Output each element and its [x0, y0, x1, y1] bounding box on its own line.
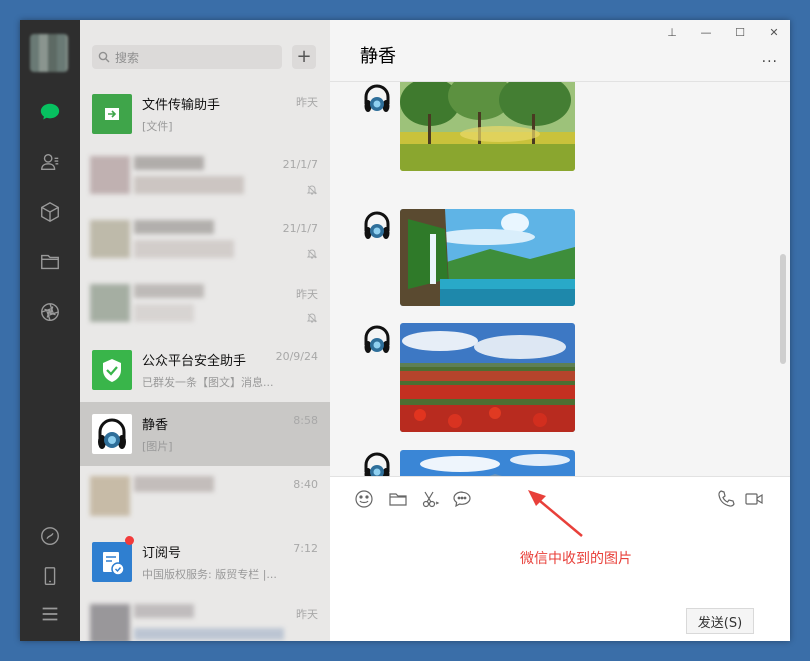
nav-rail: [20, 20, 80, 641]
list-item[interactable]: 公众平台安全助手 已群发一条【图文】消息... 20/9/24: [80, 338, 330, 402]
subscription-avatar: [92, 542, 132, 582]
chat-time: 21/1/7: [282, 158, 318, 171]
contacts-icon[interactable]: [38, 150, 62, 174]
close-icon[interactable]: ✕: [766, 26, 782, 39]
chat-name: 订阅号: [142, 546, 182, 561]
search-placeholder: 搜索: [115, 50, 140, 65]
list-item[interactable]: 昨天: [80, 274, 330, 338]
chat-time: 8:58: [293, 414, 318, 427]
pin-icon[interactable]: ⊥: [664, 26, 680, 39]
chat-time: 20/9/24: [275, 350, 318, 363]
folder-icon[interactable]: [388, 489, 408, 509]
search-input[interactable]: 搜索: [92, 45, 282, 69]
chat-preview: 已群发一条【图文】消息...: [142, 376, 274, 389]
message-area: [330, 82, 790, 476]
chat-time: 7:12: [293, 542, 318, 555]
list-item[interactable]: 8:40: [80, 466, 330, 530]
minimize-icon[interactable]: —: [698, 26, 714, 39]
chat-time: 21/1/7: [282, 222, 318, 235]
chat-name: 公众平台安全助手: [142, 354, 247, 369]
chat-name: 文件传输助手: [142, 98, 221, 113]
list-item-active[interactable]: 静香 [图片] 8:58: [80, 402, 330, 466]
scissors-icon[interactable]: [420, 489, 440, 509]
maximize-icon[interactable]: ☐: [732, 26, 748, 39]
add-button[interactable]: +: [292, 45, 316, 69]
favorites-icon[interactable]: [38, 200, 62, 224]
wechat-window: 搜索 + 文件传输助手 [文件] 昨天 21/1/7 21/1/7 昨天 公众平…: [20, 20, 790, 641]
blurred-content: [84, 216, 254, 268]
files-icon[interactable]: [38, 250, 62, 274]
list-item[interactable]: 昨天: [80, 594, 330, 641]
emoji-icon[interactable]: [354, 489, 374, 509]
moments-icon[interactable]: [38, 300, 62, 324]
sender-avatar[interactable]: [360, 82, 394, 116]
chat-preview: [文件]: [142, 120, 173, 133]
send-button[interactable]: 发送(S): [686, 608, 754, 634]
contact-avatar: [92, 414, 132, 454]
sender-avatar[interactable]: [360, 450, 394, 476]
user-avatar[interactable]: [30, 34, 68, 72]
blurred-content: [84, 472, 254, 524]
chat-time: 昨天: [296, 288, 318, 301]
window-controls: ⊥ — ☐ ✕: [664, 26, 782, 39]
annotation-arrow: [528, 490, 583, 537]
sender-avatar[interactable]: [360, 209, 394, 243]
speech-bubble-icon[interactable]: [452, 489, 472, 509]
list-item[interactable]: 订阅号 中国版权服务: 版贸专栏 |... 7:12: [80, 530, 330, 594]
received-image[interactable]: [400, 323, 575, 432]
mini-program-icon[interactable]: [38, 524, 62, 548]
mute-icon: [306, 313, 318, 323]
phone-icon[interactable]: [38, 564, 62, 588]
chat-name: 静香: [142, 418, 169, 433]
file-transfer-avatar: [92, 94, 132, 134]
chat-time: 昨天: [296, 96, 318, 109]
mute-icon: [306, 249, 318, 259]
sender-avatar[interactable]: [360, 323, 394, 357]
security-assistant-avatar: [92, 350, 132, 390]
blurred-content: [84, 600, 284, 641]
search-icon: [98, 51, 110, 63]
received-image[interactable]: [400, 450, 575, 476]
list-item[interactable]: 21/1/7: [80, 146, 330, 210]
video-call-icon[interactable]: [744, 489, 764, 509]
chat-list: 搜索 + 文件传输助手 [文件] 昨天 21/1/7 21/1/7 昨天 公众平…: [80, 20, 330, 641]
chat-icon[interactable]: [38, 100, 62, 124]
more-options-button[interactable]: ...: [762, 50, 778, 66]
list-item[interactable]: 21/1/7: [80, 210, 330, 274]
phone-call-icon[interactable]: [716, 489, 736, 509]
chat-preview: [图片]: [142, 440, 173, 453]
blurred-content: [84, 280, 254, 332]
menu-icon[interactable]: [38, 602, 62, 626]
received-image[interactable]: [400, 209, 575, 306]
received-image[interactable]: [400, 82, 575, 171]
blurred-content: [84, 152, 254, 204]
unread-badge: [125, 536, 134, 545]
chat-time: 昨天: [296, 608, 318, 621]
chat-title: 静香: [360, 46, 396, 67]
scrollbar[interactable]: [780, 254, 786, 364]
list-item[interactable]: 文件传输助手 [文件] 昨天: [80, 82, 330, 146]
chat-time: 8:40: [293, 478, 318, 491]
mute-icon: [306, 185, 318, 195]
chat-preview: 中国版权服务: 版贸专栏 |...: [142, 568, 277, 581]
annotation-text: 微信中收到的图片: [520, 551, 632, 567]
